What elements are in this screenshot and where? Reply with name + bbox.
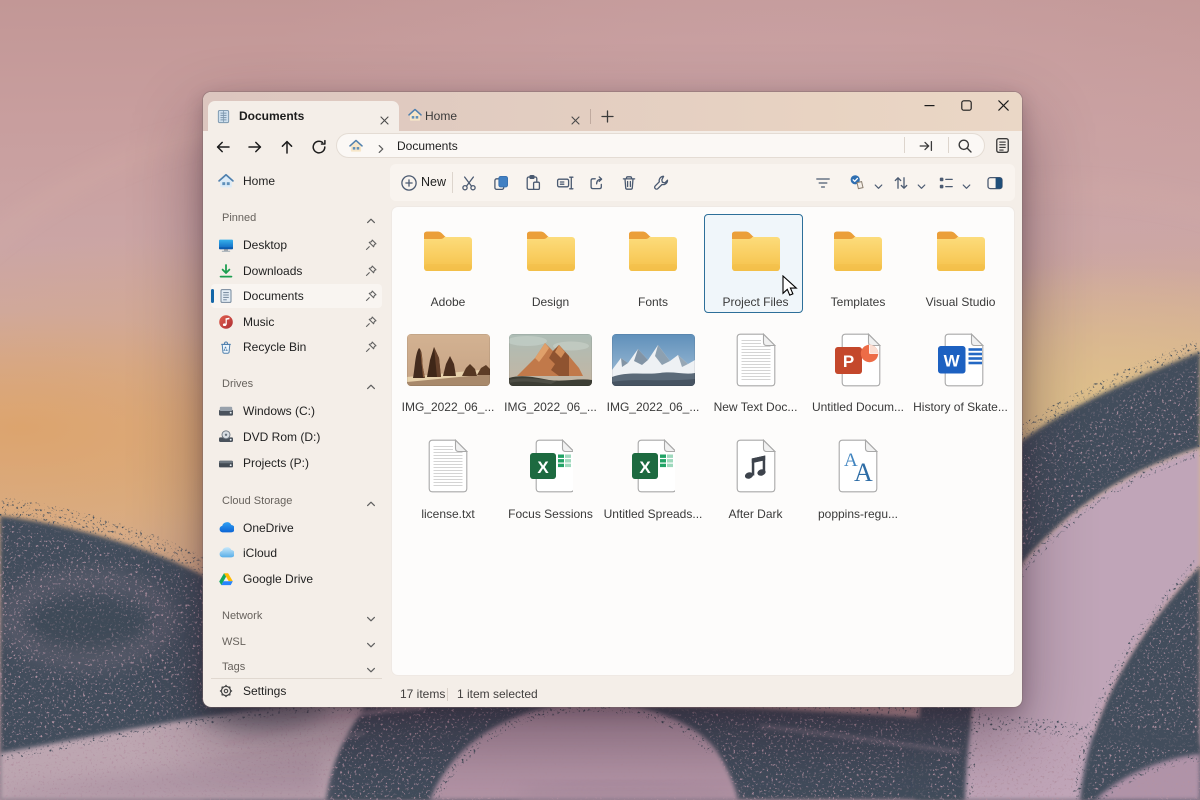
- svg-text:X: X: [537, 457, 549, 476]
- svg-text:A: A: [854, 458, 873, 487]
- svg-text:P: P: [843, 352, 854, 371]
- svg-text:X: X: [639, 457, 651, 476]
- svg-text:W: W: [943, 351, 960, 370]
